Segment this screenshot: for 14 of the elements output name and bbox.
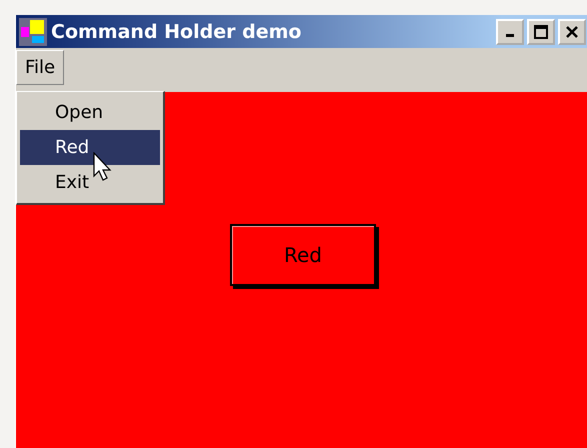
menu-entry[interactable]: Red xyxy=(20,130,160,165)
menu-entry[interactable]: Exit xyxy=(20,165,160,200)
command-button[interactable]: Red xyxy=(230,224,376,286)
menu-item[interactable]: File xyxy=(16,50,64,85)
menu-entry[interactable]: Open xyxy=(20,95,160,130)
window-title: Command Holder demo xyxy=(51,20,302,42)
app-icon xyxy=(19,18,47,46)
minimize-button[interactable] xyxy=(496,18,524,44)
maximize-icon xyxy=(534,24,548,38)
close-button[interactable] xyxy=(558,18,586,44)
maximize-button[interactable] xyxy=(527,18,555,44)
minimize-icon xyxy=(506,34,514,37)
close-icon xyxy=(565,24,579,38)
pointer-icon xyxy=(93,152,113,182)
